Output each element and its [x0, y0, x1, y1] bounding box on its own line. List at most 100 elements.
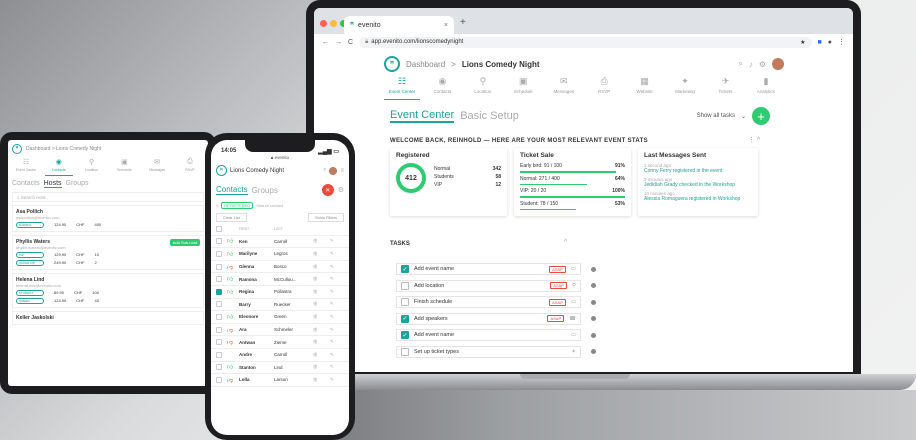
edit-icon[interactable]: ✎: [330, 352, 342, 358]
new-tab-button[interactable]: +: [460, 17, 466, 28]
contact-checkbox[interactable]: [216, 238, 222, 245]
edit-icon[interactable]: ✎: [330, 314, 342, 320]
nav-item-contacts[interactable]: ◉ Contacts: [424, 76, 460, 100]
tablet-nav-item[interactable]: ◉ Contacts: [44, 158, 73, 176]
add-button[interactable]: +: [752, 107, 770, 125]
message-text[interactable]: Jedidiah Grady checked in the Workshop: [644, 182, 752, 188]
search-icon[interactable]: ⌕: [738, 59, 742, 69]
contact-row[interactable]: 👍︎ Ramona McCullou... ⇶ ✎: [211, 273, 349, 286]
contact-checkbox[interactable]: [216, 263, 222, 270]
tablet-search-input[interactable]: ⌕ Search Host: [12, 192, 204, 202]
send-icon[interactable]: ⇶: [313, 327, 325, 333]
phone-search[interactable]: ⌕ REGISTERED Search contact: [211, 199, 349, 212]
edit-icon[interactable]: ✎: [330, 276, 342, 282]
contact-row[interactable]: 👎︎ Lolla Larson ⇶ ✎: [211, 374, 349, 387]
task-checkbox[interactable]: ✓: [401, 314, 409, 323]
tab-contacts[interactable]: Contacts: [216, 185, 248, 195]
show-all-tasks-dropdown[interactable]: Show all tasks: [697, 113, 735, 119]
tablet-nav-item[interactable]: ▣ Schedule: [110, 158, 138, 176]
tab-event-center[interactable]: Event Center: [390, 109, 455, 123]
message-text[interactable]: Alessia Romaguera registered in Workshop: [644, 196, 752, 202]
task-row[interactable]: Finish schedule ASAP ▭: [396, 296, 581, 308]
contact-checkbox[interactable]: [216, 364, 222, 371]
evenito-logo-icon[interactable]: ꟸ: [216, 165, 227, 176]
message-text[interactable]: Conny Ferry registered in the event: [644, 168, 752, 174]
task-checkbox[interactable]: [401, 298, 409, 306]
task-row[interactable]: ✓ Add speakers ASAP ☎: [396, 312, 581, 325]
task-checkbox[interactable]: [401, 281, 409, 290]
edit-icon[interactable]: ✎: [330, 251, 342, 257]
gear-icon[interactable]: ⚙: [759, 60, 766, 69]
nav-item-website[interactable]: ▦ Website: [627, 76, 663, 100]
browser-tab[interactable]: ꟸ evenito ×: [344, 16, 454, 34]
delete-icon[interactable]: ✕: [321, 184, 334, 196]
nav-item-messages[interactable]: ✉ Messages: [546, 76, 582, 100]
back-icon[interactable]: ←: [322, 39, 329, 46]
profile-icon[interactable]: ●: [828, 39, 832, 46]
contact-checkbox[interactable]: [216, 301, 222, 308]
send-icon[interactable]: ⇶: [313, 289, 325, 295]
send-icon[interactable]: ⇶: [313, 264, 325, 270]
send-icon[interactable]: ⇶: [313, 301, 325, 307]
nav-item-tickets[interactable]: ✈ Tickets: [708, 76, 744, 100]
filter-tag[interactable]: REGISTERED: [221, 202, 254, 209]
clear-list-button[interactable]: Clear List: [216, 213, 247, 222]
contact-row[interactable]: Barry Ruecker ⇶ ✎: [211, 299, 349, 312]
send-icon[interactable]: ⇶: [313, 339, 325, 345]
nav-item-rsvp[interactable]: ⎙ RSVP: [586, 76, 622, 100]
nav-item-analytics[interactable]: ▮ Analytics: [748, 76, 784, 100]
task-row[interactable]: ✓ Add event name ASAP ▭: [396, 263, 581, 275]
avatar[interactable]: [772, 58, 784, 70]
url-field[interactable]: 🔒︎ app.evenito.com/lionscomedynight ★: [359, 36, 812, 48]
select-all-checkbox[interactable]: [216, 225, 222, 232]
reload-icon[interactable]: C: [348, 39, 353, 46]
contact-row[interactable]: 👍︎ Marilyne Legros ⇶ ✎: [211, 248, 349, 261]
host-card[interactable]: Phyllis Waters phyllis.waters@evenito.com…: [12, 235, 204, 270]
tablet-tab-groups[interactable]: Groups: [66, 180, 89, 188]
contact-checkbox[interactable]: [216, 376, 222, 383]
close-window-button[interactable]: [320, 20, 327, 27]
tab-groups[interactable]: Groups: [252, 186, 278, 195]
task-row[interactable]: ✓ Add event name ▭: [396, 329, 581, 341]
contact-checkbox[interactable]: [216, 288, 222, 295]
contact-checkbox[interactable]: [216, 326, 222, 333]
task-row[interactable]: Add location ASAP ⚲: [396, 279, 581, 292]
tablet-nav-item[interactable]: ✉ Messages: [143, 158, 171, 176]
nav-item-event-center[interactable]: ☷ Event Center: [384, 76, 420, 100]
avatar[interactable]: [329, 166, 338, 175]
edit-icon[interactable]: ✎: [330, 289, 342, 295]
task-checkbox[interactable]: ✓: [401, 265, 409, 273]
nav-item-location[interactable]: ⚲ Location: [465, 76, 501, 100]
forward-icon[interactable]: →: [335, 39, 342, 46]
host-card[interactable]: Asa Pollich asapollich@evenito.com NORMAL 1…: [12, 205, 204, 232]
bell-icon[interactable]: ♪: [749, 60, 753, 69]
edit-icon[interactable]: ✎: [330, 301, 342, 307]
edit-icon[interactable]: ✎: [330, 364, 342, 370]
edit-icon[interactable]: ✎: [330, 339, 342, 345]
contact-row[interactable]: 👍︎ Ken Carroll ⇶ ✎: [211, 236, 349, 249]
minimize-window-button[interactable]: [330, 20, 337, 27]
collapse-chevron-icon[interactable]: ^: [564, 239, 567, 246]
add-sub-host-button[interactable]: Add Sub-host: [169, 239, 200, 246]
contact-checkbox[interactable]: [216, 276, 222, 283]
search-icon[interactable]: ⌕: [323, 167, 326, 174]
send-icon[interactable]: ⇶: [313, 314, 325, 320]
menu-icon[interactable]: ⋮: [838, 38, 845, 46]
edit-icon[interactable]: ✎: [330, 327, 342, 333]
bookmark-star-icon[interactable]: ★: [800, 39, 805, 46]
contact-checkbox[interactable]: [216, 313, 222, 320]
edit-icon[interactable]: ✎: [330, 377, 342, 383]
send-icon[interactable]: ⇶: [313, 377, 325, 383]
send-icon[interactable]: ⇶: [313, 352, 325, 358]
edit-icon[interactable]: ✎: [330, 264, 342, 270]
menu-icon[interactable]: ≡: [340, 168, 344, 174]
extension-icon[interactable]: ■: [818, 39, 822, 46]
evenito-logo-icon[interactable]: ꟸ: [384, 56, 400, 72]
send-icon[interactable]: ⇶: [313, 276, 325, 282]
task-row[interactable]: Set up ticket types ✦: [396, 345, 581, 358]
task-checkbox[interactable]: [401, 347, 409, 356]
show-filters-button[interactable]: Show Filters: [307, 213, 344, 222]
more-icon[interactable]: ⋮ ^: [748, 136, 760, 144]
send-icon[interactable]: ⇶: [313, 238, 325, 244]
close-tab-icon[interactable]: ×: [444, 22, 448, 29]
